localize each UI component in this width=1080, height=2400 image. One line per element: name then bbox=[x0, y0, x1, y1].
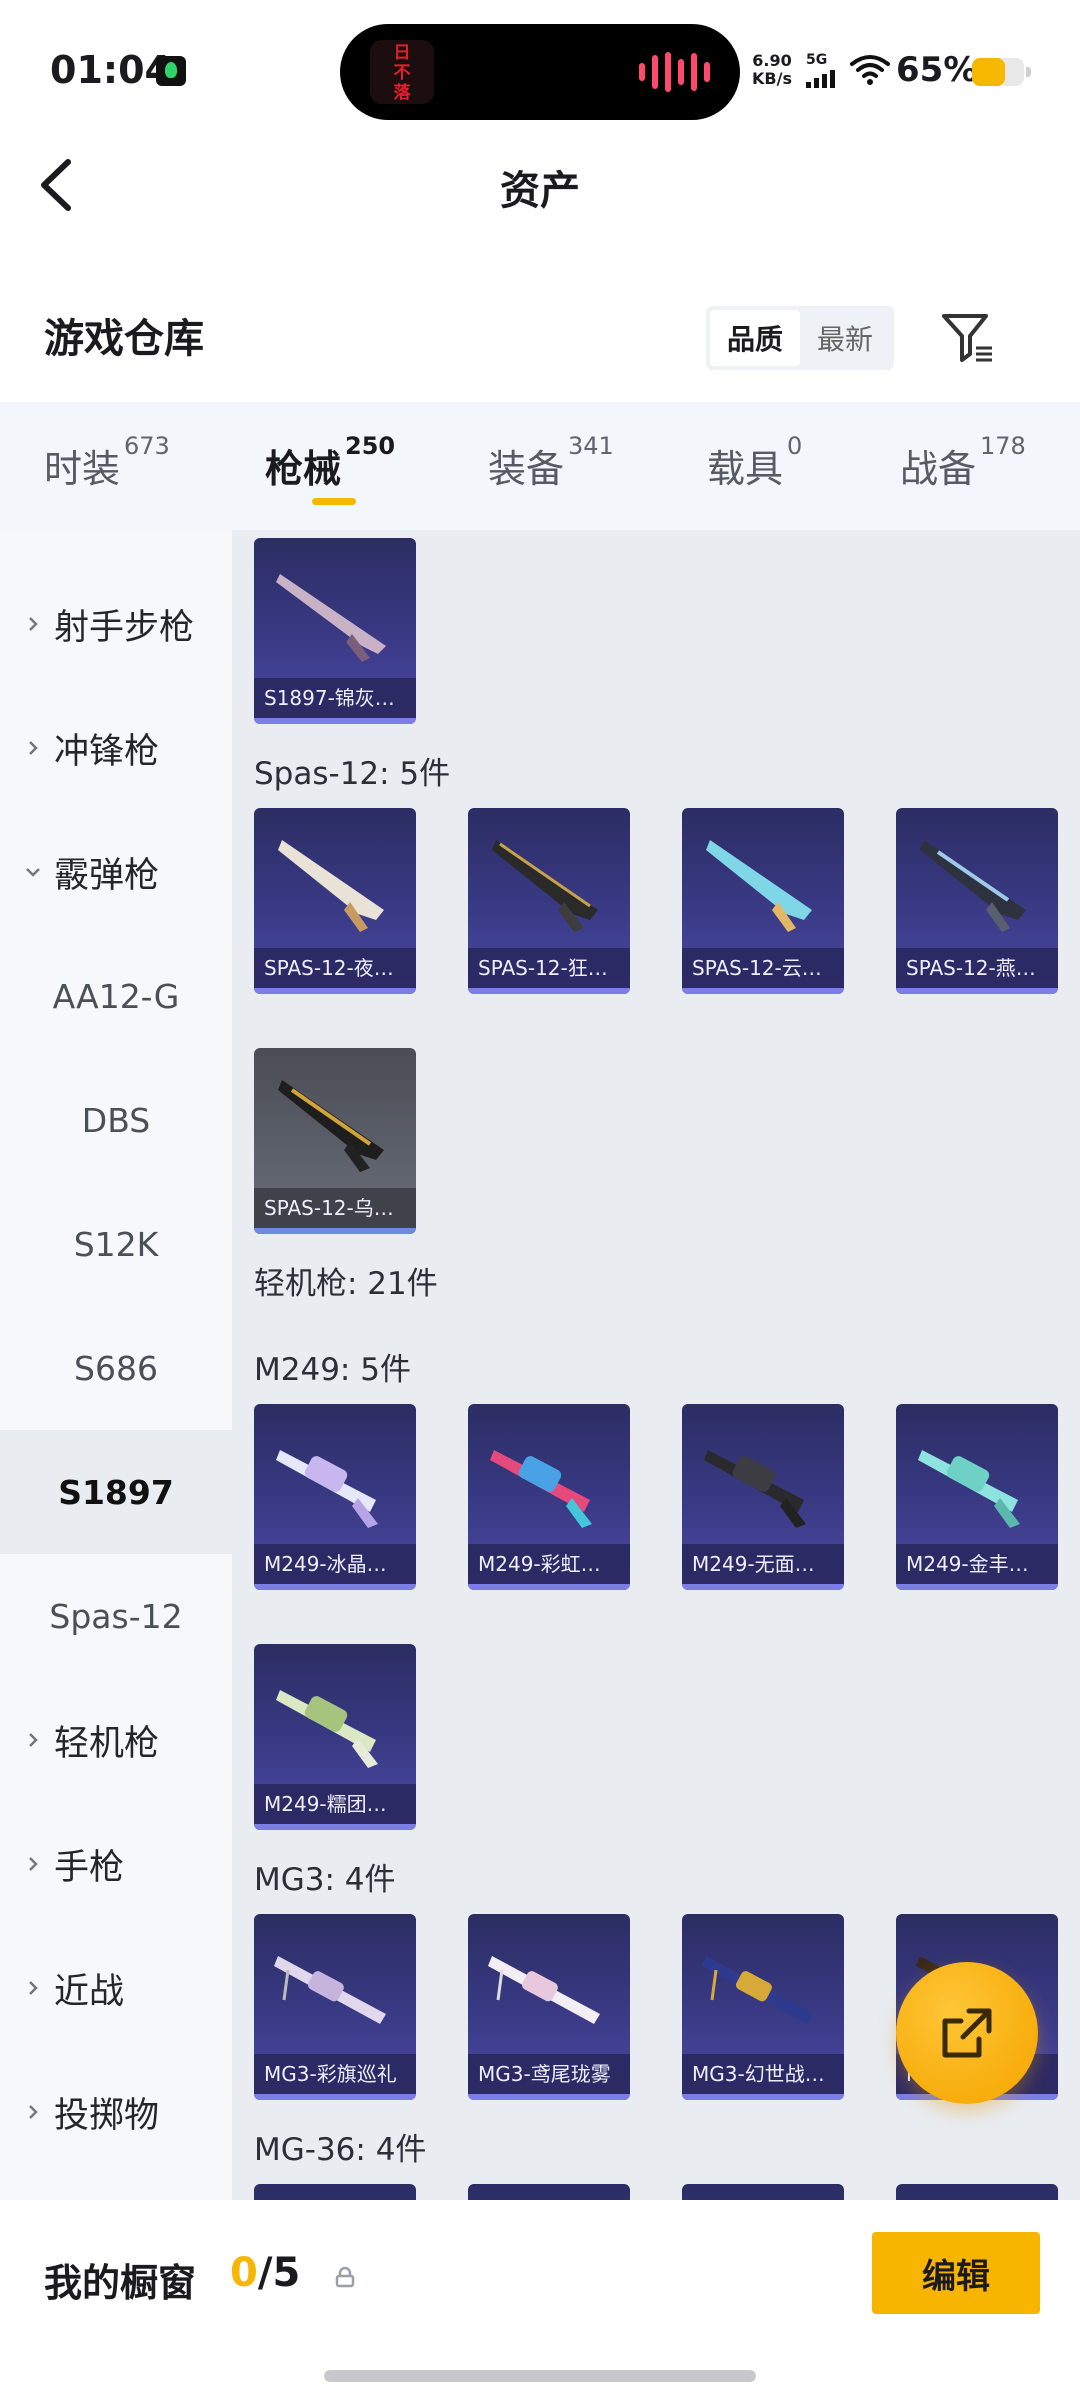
sidebar-item-s686[interactable]: S686 bbox=[0, 1306, 232, 1430]
group-label-mg36: MG-36: 4件 bbox=[254, 2132, 427, 2168]
tab-equipment[interactable]: 装备341 bbox=[488, 432, 614, 493]
sidebar-item-throwables[interactable]: 投掷物 bbox=[0, 2050, 232, 2174]
group-label-mg3: MG3: 4件 bbox=[254, 1862, 396, 1898]
album-art: 日不落 bbox=[370, 40, 434, 104]
sort-toggle[interactable]: 品质 最新 bbox=[706, 306, 894, 370]
item-card[interactable]: M249-糯团… bbox=[254, 1644, 416, 1830]
sidebar-item-s1897[interactable]: S1897 bbox=[0, 1430, 232, 1554]
filter-icon[interactable] bbox=[940, 310, 996, 366]
lmg-skin-image bbox=[704, 1450, 806, 1528]
sidebar-item-smg[interactable]: 冲锋枪 bbox=[0, 686, 232, 810]
chevron-right-icon bbox=[29, 2105, 38, 2119]
bottom-bar: 我的橱窗 0/5 编辑 bbox=[0, 2200, 1080, 2400]
chevron-right-icon bbox=[29, 741, 38, 755]
group-label-lmg: 轻机枪: 21件 bbox=[254, 1266, 438, 1302]
lmg-skin-image bbox=[274, 1956, 386, 2024]
sidebar-item-aa12g[interactable]: AA12-G bbox=[0, 934, 232, 1058]
item-card[interactable]: M249-冰晶… bbox=[254, 1404, 416, 1590]
shotgun-skin-image bbox=[278, 840, 384, 932]
group-label-spas12: Spas-12: 5件 bbox=[254, 756, 451, 792]
item-card[interactable]: SPAS-12-狂… bbox=[468, 808, 630, 994]
music-app-icon bbox=[156, 56, 186, 86]
item-grid: S1897-锦灰… Spas-12: 5件 SPAS-12-夜… SPAS-12… bbox=[232, 530, 1080, 2200]
battery-icon bbox=[972, 58, 1031, 86]
lmg-skin-image bbox=[276, 1450, 378, 1528]
item-card[interactable]: M249-金丰… bbox=[896, 1404, 1058, 1590]
audio-wave-icon bbox=[639, 50, 710, 94]
item-card[interactable] bbox=[896, 2184, 1058, 2200]
lmg-skin-image bbox=[276, 1690, 378, 1768]
item-card[interactable]: MG3-彩旗巡礼 bbox=[254, 1914, 416, 2100]
shotgun-skin-image bbox=[278, 1080, 384, 1172]
item-card[interactable]: SPAS-12-夜… bbox=[254, 808, 416, 994]
home-indicator[interactable] bbox=[324, 2370, 756, 2382]
item-card[interactable]: M249-无面… bbox=[682, 1404, 844, 1590]
share-fab-button[interactable] bbox=[896, 1962, 1038, 2104]
item-card[interactable]: M249-彩虹… bbox=[468, 1404, 630, 1590]
tab-fashion[interactable]: 时装673 bbox=[44, 432, 170, 493]
lmg-skin-image bbox=[490, 1450, 592, 1528]
status-time: 01:04 bbox=[50, 48, 171, 92]
sidebar-item-pistol[interactable]: 手枪 bbox=[0, 1802, 232, 1926]
lmg-skin-image bbox=[488, 1956, 600, 2024]
sidebar: 射手步枪 冲锋枪 霰弹枪 AA12-G DBS S12K S686 S1897 … bbox=[0, 530, 232, 2200]
tab-active-indicator bbox=[312, 498, 356, 505]
net-speed: 6.90 KB/s bbox=[752, 51, 792, 88]
chevron-right-icon bbox=[29, 1733, 38, 1747]
sidebar-item-s12k[interactable]: S12K bbox=[0, 1182, 232, 1306]
lock-icon bbox=[335, 2266, 355, 2288]
sidebar-item-spas12[interactable]: Spas-12 bbox=[0, 1554, 232, 1678]
sidebar-item-dbs[interactable]: DBS bbox=[0, 1058, 232, 1182]
sort-quality[interactable]: 品质 bbox=[710, 310, 800, 366]
chevron-right-icon bbox=[29, 617, 38, 631]
battery-percent: 65% bbox=[896, 50, 978, 90]
sidebar-item-melee[interactable]: 近战 bbox=[0, 1926, 232, 2050]
item-card[interactable] bbox=[682, 2184, 844, 2200]
share-icon bbox=[942, 2008, 992, 2058]
dynamic-island[interactable]: 日不落 bbox=[340, 24, 740, 120]
item-card[interactable]: MG3-幻世战… bbox=[682, 1914, 844, 2100]
page-title: 资产 bbox=[500, 168, 580, 214]
wifi-icon bbox=[850, 55, 890, 85]
tab-supplies[interactable]: 战备178 bbox=[900, 432, 1026, 493]
warehouse-title: 游戏仓库 bbox=[44, 316, 204, 362]
item-card[interactable]: S1897-锦灰… bbox=[254, 538, 416, 724]
category-tabs: 时装673 枪械250 装备341 载具0 战备178 bbox=[0, 402, 1080, 530]
status-bar: 01:04 日不落 6.90 KB/s 5G 65% bbox=[0, 0, 1080, 130]
sort-newest[interactable]: 最新 bbox=[800, 310, 890, 366]
chevron-down-icon bbox=[26, 868, 40, 877]
shotgun-skin-image bbox=[920, 840, 1026, 932]
showcase-label: 我的橱窗 bbox=[44, 2261, 197, 2305]
item-card[interactable] bbox=[468, 2184, 630, 2200]
tab-firearms[interactable]: 枪械250 bbox=[265, 432, 395, 493]
chevron-right-icon bbox=[29, 1981, 38, 1995]
chevron-right-icon bbox=[29, 1857, 38, 1871]
title-bar: 资产 bbox=[0, 130, 1080, 240]
item-card[interactable] bbox=[254, 2184, 416, 2200]
cell-signal-icon: 5G bbox=[806, 52, 842, 88]
item-card[interactable]: SPAS-12-燕… bbox=[896, 808, 1058, 994]
shotgun-skin-image bbox=[492, 840, 598, 932]
sidebar-item-shotgun[interactable]: 霰弹枪 bbox=[0, 810, 232, 934]
item-card[interactable]: SPAS-12-乌… bbox=[254, 1048, 416, 1234]
shotgun-skin-image bbox=[276, 574, 386, 662]
sidebar-item-lmg[interactable]: 轻机枪 bbox=[0, 1678, 232, 1802]
lmg-skin-image bbox=[702, 1956, 814, 2024]
shotgun-skin-image bbox=[706, 840, 812, 932]
tab-vehicles[interactable]: 载具0 bbox=[707, 432, 802, 493]
item-card[interactable]: MG3-鸢尾珑雾 bbox=[468, 1914, 630, 2100]
edit-button[interactable]: 编辑 bbox=[872, 2232, 1040, 2314]
lmg-skin-image bbox=[918, 1450, 1020, 1528]
group-label-m249: M249: 5件 bbox=[254, 1352, 411, 1388]
item-card[interactable]: SPAS-12-云… bbox=[682, 808, 844, 994]
showcase-count: 0/5 bbox=[230, 2250, 301, 2296]
sidebar-item-marksman[interactable]: 射手步枪 bbox=[0, 562, 232, 686]
